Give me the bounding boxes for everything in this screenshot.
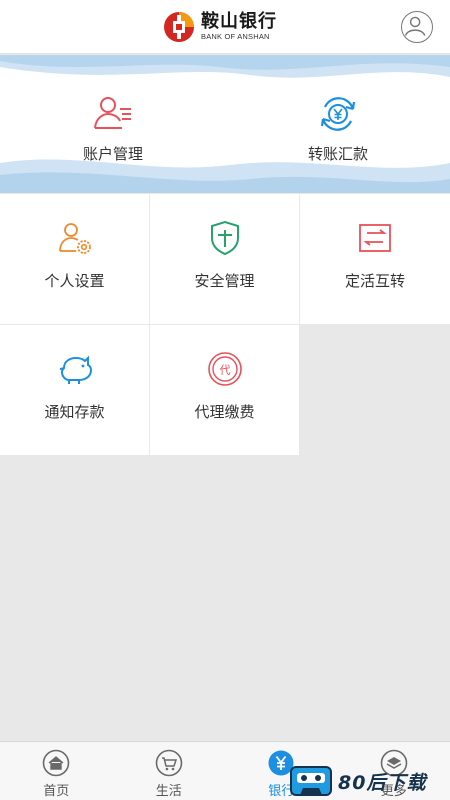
yuan-transfer-icon [320,97,356,131]
user-icon [404,16,426,36]
transfer-remittance-button[interactable]: 转账汇款 [268,93,408,164]
profile-button[interactable] [401,11,433,43]
account-management-label: 账户管理 [82,145,143,163]
app-header: 鞍山银行 BANK OF ANSHAN [0,0,450,54]
home-icon [42,749,70,777]
cassette-icon [290,766,332,796]
transfer-remittance-label: 转账汇款 [307,145,368,163]
account-management-button[interactable]: 账户管理 [43,93,183,164]
security-management-label: 安全管理 [194,272,255,290]
shield-icon [210,220,239,256]
transfer-card-icon [359,224,391,252]
tab-home[interactable]: 首页 [0,742,113,800]
notice-deposit-button[interactable]: 通知存款 [0,325,149,455]
cart-icon [155,749,183,777]
watermark-text: 80后下载 [338,771,427,794]
fixed-current-transfer-button[interactable]: 定活互转 [300,194,450,324]
quick-actions-banner: 账户管理 转账汇款 [0,55,450,193]
user-settings-icon [58,223,91,254]
bank-name-cn: 鞍山银行 [201,11,277,33]
fixed-current-transfer-label: 定活互转 [344,272,405,290]
bank-logo: 鞍山银行 BANK OF ANSHAN [163,10,277,44]
agent-payment-label: 代理缴费 [194,403,255,421]
agent-payment-icon: 代 [207,352,242,386]
watermark: 80后下载 [290,764,450,798]
bank-logo-icon [164,12,194,42]
piggy-bank-icon [59,355,92,384]
security-management-button[interactable]: 安全管理 [150,194,299,324]
tab-life[interactable]: 生活 [113,742,226,800]
bank-name-en: BANK OF ANSHAN [201,32,270,42]
svg-text:代: 代 [219,364,230,377]
notice-deposit-label: 通知存款 [44,403,105,421]
agent-payment-button[interactable]: 代 代理缴费 [150,325,299,455]
account-user-icon [94,97,131,129]
personal-settings-label: 个人设置 [44,272,105,290]
tab-life-label: 生活 [155,784,182,799]
personal-settings-button[interactable]: 个人设置 [0,194,149,324]
tab-home-label: 首页 [43,784,70,799]
